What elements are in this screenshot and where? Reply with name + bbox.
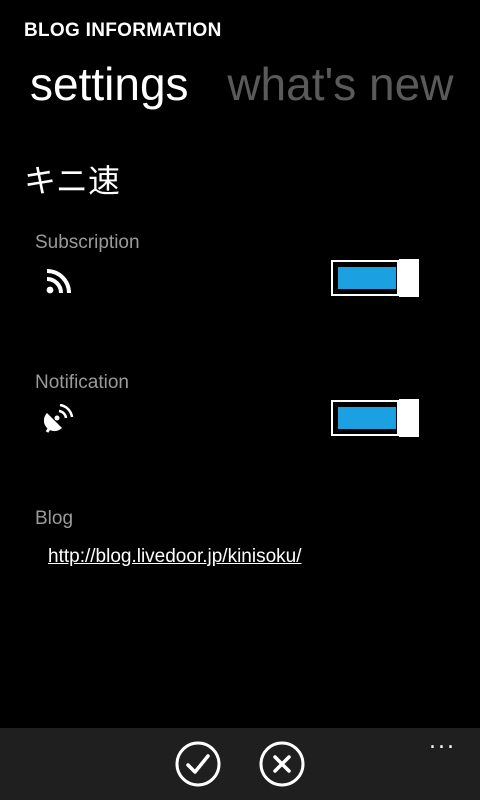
app-bar: ... [0,728,480,800]
notification-toggle-fill [338,407,396,429]
check-icon[interactable] [175,741,221,787]
subscription-toggle-track [331,260,399,296]
blog-url-link[interactable]: http://blog.livedoor.jp/kinisoku/ [48,546,302,568]
satellite-dish-icon [44,404,74,433]
pivot-settings[interactable]: settings [30,54,189,114]
subscription-toggle-fill [338,267,396,289]
notification-toggle[interactable] [331,399,421,437]
subscription-label: Subscription [35,232,140,253]
rss-icon [46,269,71,294]
close-icon[interactable] [259,741,305,787]
blog-label: Blog [35,508,74,529]
app-title: BLOG INFORMATION [24,20,222,41]
blog-name: キニ速 [24,162,121,200]
subscription-toggle[interactable] [331,259,421,297]
notification-label: Notification [35,372,129,393]
more-options-button[interactable]: ... [429,731,456,753]
notification-toggle-track [331,400,399,436]
screen: BLOG INFORMATION settings what's new キニ速… [0,0,480,800]
notification-toggle-thumb[interactable] [399,399,419,437]
pivot-header: settings what's new [30,54,479,114]
subscription-toggle-thumb[interactable] [399,259,419,297]
pivot-whats-new[interactable]: what's new [227,54,453,114]
